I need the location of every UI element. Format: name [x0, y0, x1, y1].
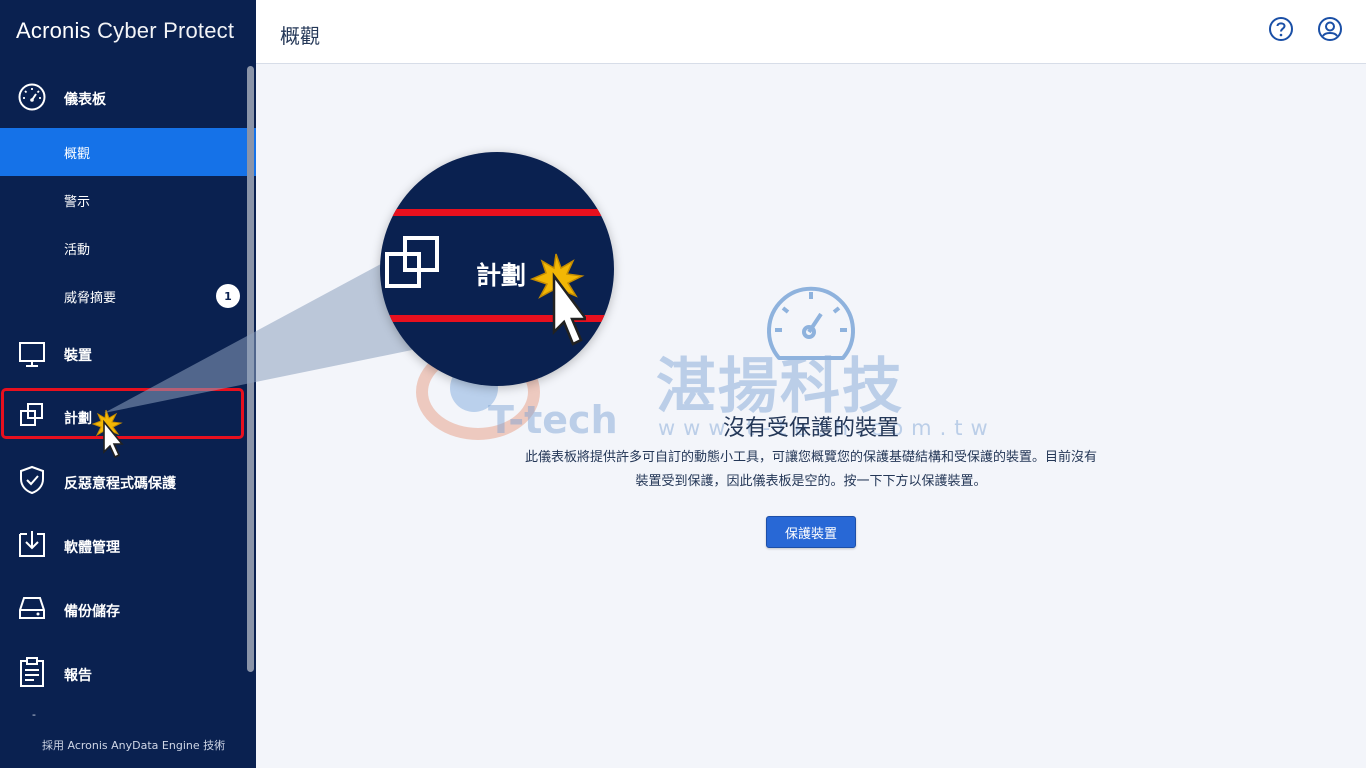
- plans-icon: [385, 236, 439, 288]
- magnifier-label: 計劃: [476, 261, 527, 290]
- magnifier-highlight-line: [380, 209, 614, 216]
- magnifier-callout: 計劃: [380, 152, 614, 386]
- click-cursor-icon: [529, 253, 586, 346]
- magnifier-beam: [104, 258, 412, 413]
